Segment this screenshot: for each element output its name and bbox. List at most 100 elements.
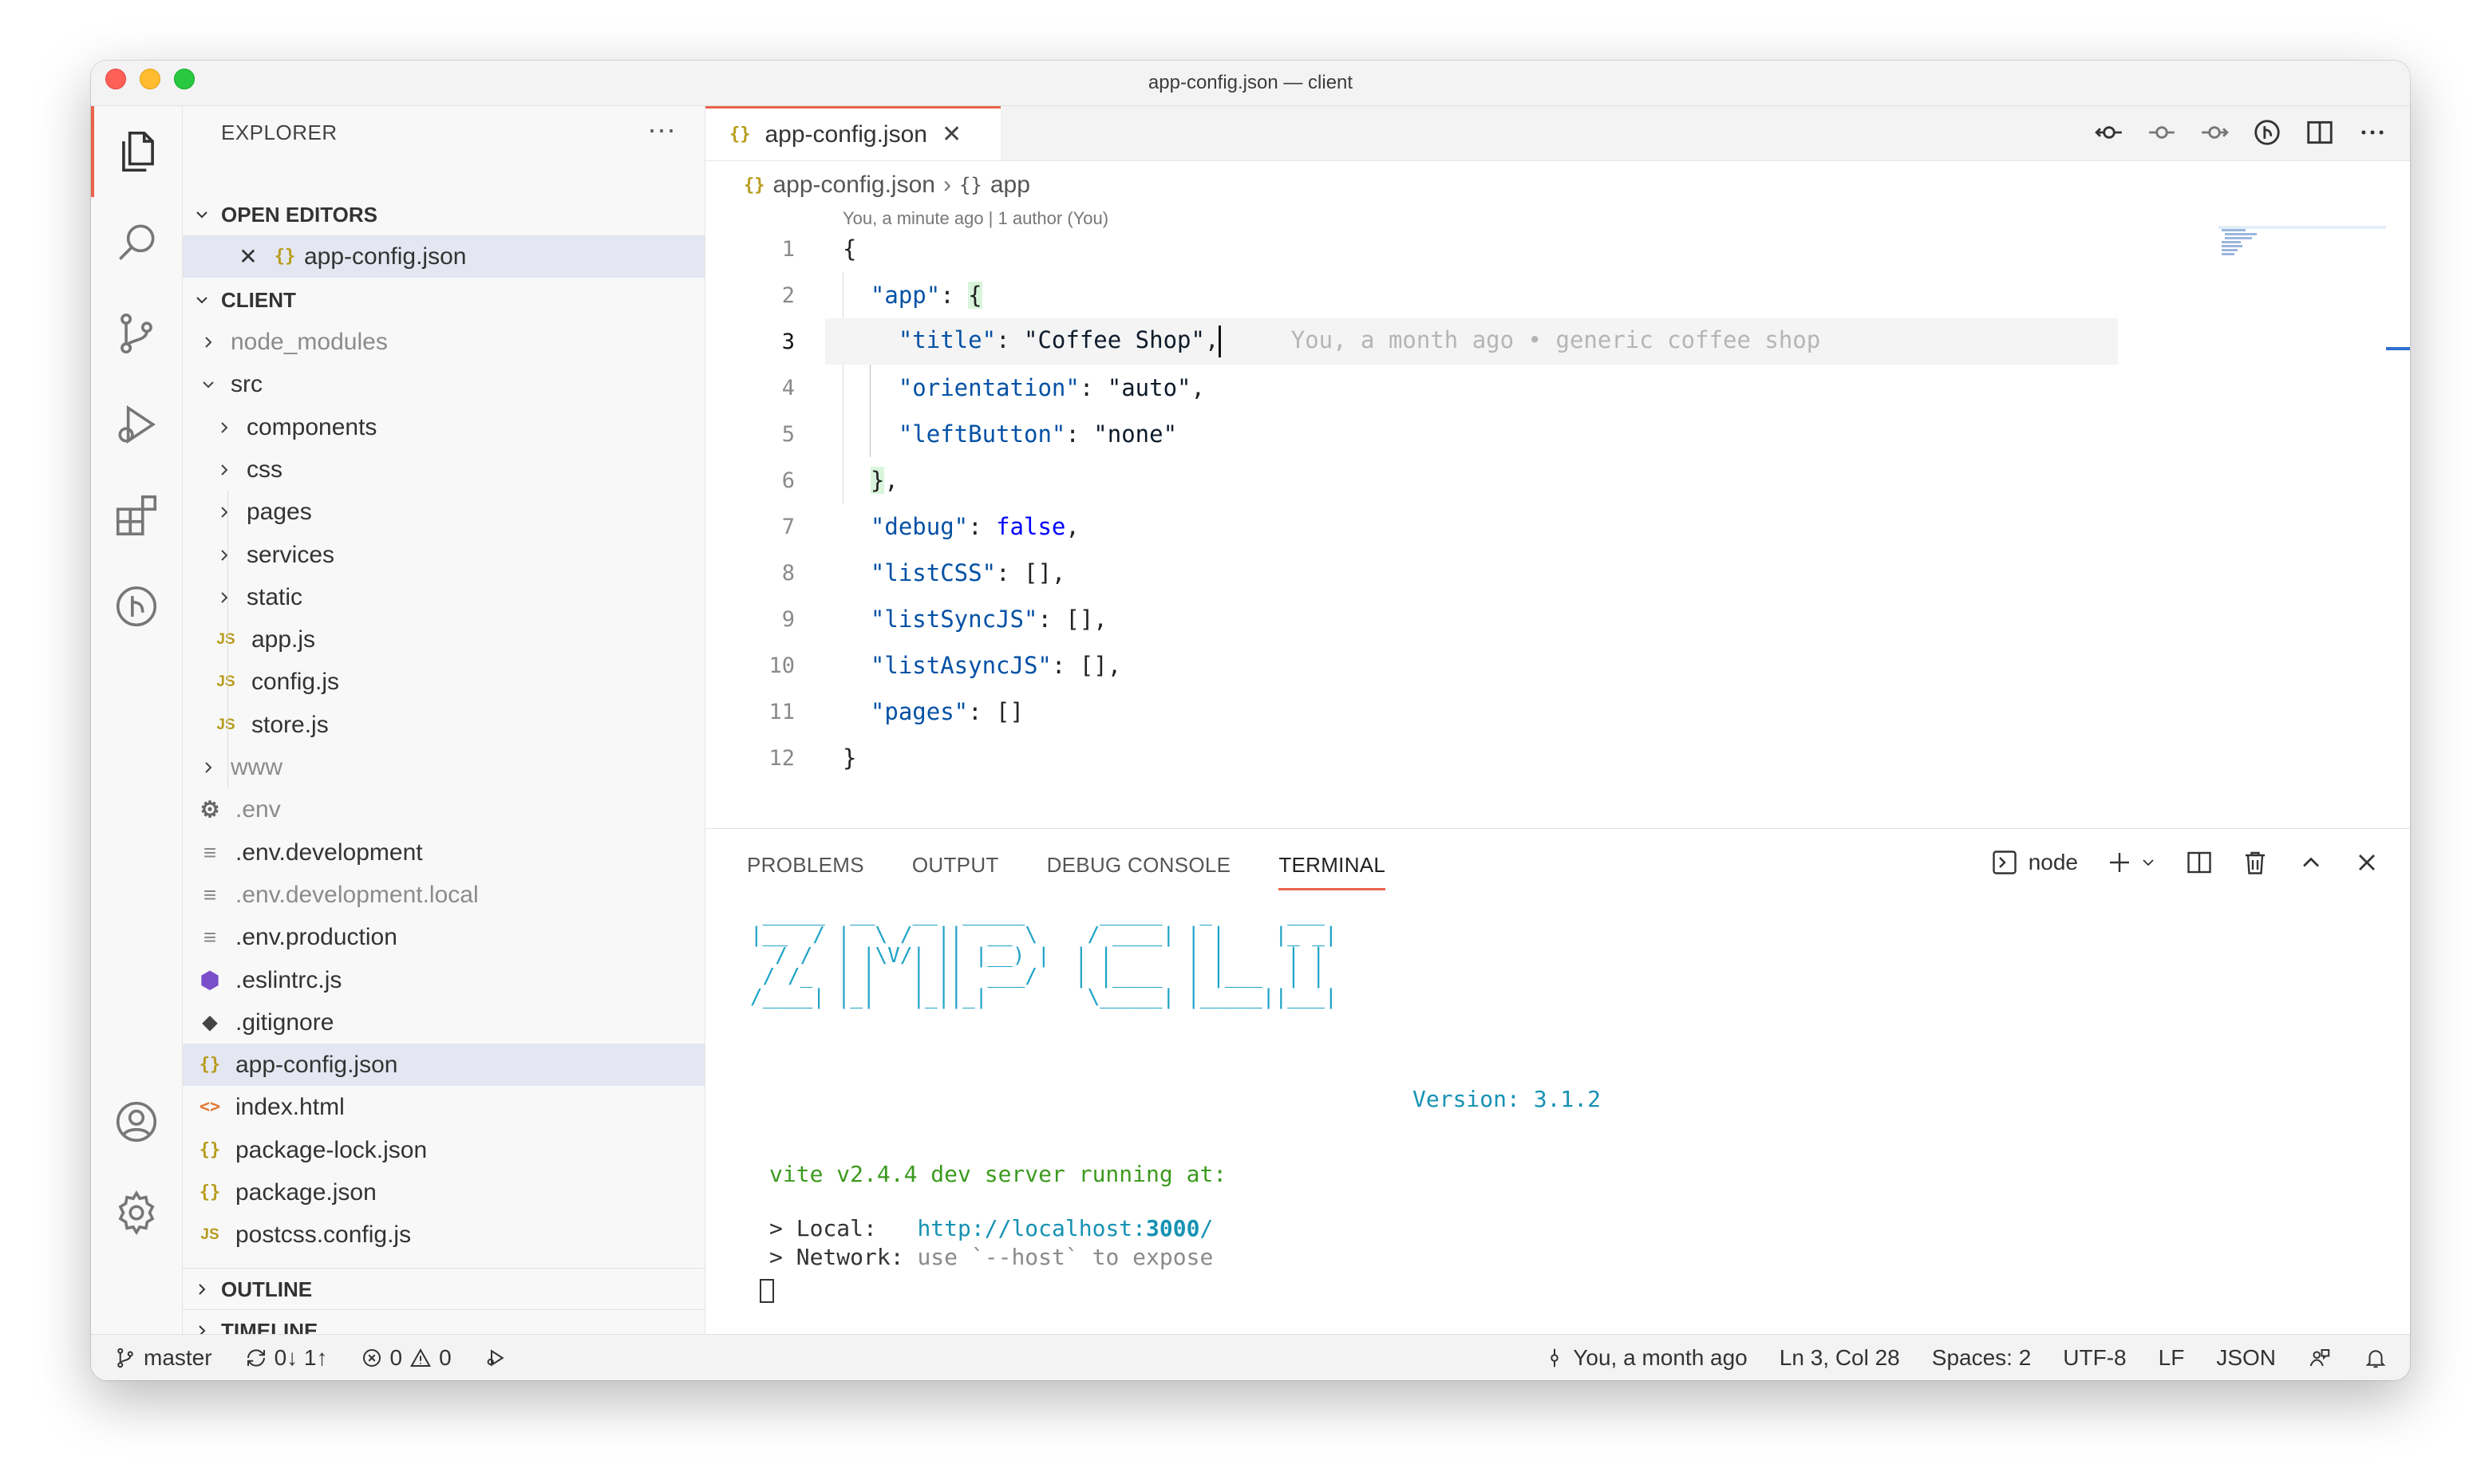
- file-item[interactable]: JS config.js: [183, 661, 705, 703]
- file-label: services: [247, 541, 335, 568]
- text-cursor: [1219, 326, 1222, 357]
- language-mode[interactable]: JSON: [2216, 1345, 2276, 1371]
- code-line[interactable]: 4 "orientation": "auto",: [705, 365, 2410, 411]
- gitlens-toggle-icon[interactable]: [2252, 117, 2282, 148]
- breadcrumb-symbol[interactable]: app: [990, 172, 1030, 199]
- file-item[interactable]: {} package-lock.json: [183, 1129, 705, 1171]
- indentation[interactable]: Spaces: 2: [1932, 1345, 2032, 1371]
- sync-status[interactable]: 0↓ 1↑: [244, 1345, 328, 1371]
- cursor-position[interactable]: Ln 3, Col 28: [1780, 1345, 1900, 1371]
- code-line[interactable]: 1 {: [705, 226, 2410, 272]
- tab-terminal[interactable]: TERMINAL: [1278, 853, 1386, 890]
- file-label: node_modules: [231, 328, 388, 355]
- tab-problems[interactable]: PROBLEMS: [747, 853, 864, 890]
- code-line[interactable]: 9 "listSyncJS": [],: [705, 596, 2410, 642]
- file-item[interactable]: JS postcss.config.js: [183, 1214, 705, 1256]
- gitlens-activity[interactable]: [91, 561, 182, 652]
- new-terminal-button[interactable]: [2105, 848, 2158, 877]
- file-item[interactable]: ≡ .env.production: [183, 916, 705, 958]
- outline-section[interactable]: OUTLINE: [183, 1268, 705, 1310]
- launch-status[interactable]: [484, 1346, 508, 1370]
- minimize-window-button[interactable]: [140, 69, 160, 89]
- code-line[interactable]: 6 },: [705, 457, 2410, 503]
- settings-activity[interactable]: [91, 1167, 182, 1258]
- minimap[interactable]: [2218, 226, 2394, 266]
- code-line-current[interactable]: 3 "title": "Coffee Shop", You, a month a…: [705, 318, 2410, 365]
- split-terminal-icon[interactable]: [2185, 848, 2214, 877]
- tab-output[interactable]: OUTPUT: [912, 853, 999, 890]
- extensions-icon: [116, 495, 157, 536]
- open-changes-icon[interactable]: [2094, 117, 2124, 148]
- run-debug-activity[interactable]: [91, 379, 182, 470]
- file-item[interactable]: ≡ .env.development.local: [183, 874, 705, 916]
- end-of-line[interactable]: LF: [2159, 1345, 2185, 1371]
- split-editor-icon[interactable]: [2305, 117, 2335, 148]
- git-icon: ◆: [202, 1012, 218, 1033]
- tab-debug-console[interactable]: DEBUG CONSOLE: [1047, 853, 1231, 890]
- source-control-activity[interactable]: [91, 288, 182, 379]
- folder-item[interactable]: components: [183, 406, 705, 448]
- local-url[interactable]: http://localhost:3000/: [917, 1215, 1213, 1241]
- breadcrumb-file[interactable]: app-config.json: [773, 172, 935, 199]
- more-actions-icon[interactable]: ···: [647, 112, 676, 146]
- feedback-button[interactable]: [2308, 1346, 2332, 1370]
- code-text: }: [843, 744, 857, 772]
- folder-item[interactable]: src: [183, 363, 705, 405]
- file-label: .env.development.local: [235, 881, 479, 908]
- file-item[interactable]: {} app-config.json: [183, 1044, 705, 1086]
- more-actions-icon[interactable]: [2357, 117, 2388, 148]
- file-label: index.html: [235, 1093, 345, 1120]
- trash-icon[interactable]: [2241, 848, 2270, 877]
- close-window-button[interactable]: [105, 69, 126, 89]
- close-icon[interactable]: ✕: [231, 243, 266, 270]
- next-revision-icon[interactable]: [2199, 117, 2230, 148]
- code-line[interactable]: 8 "listCSS": [],: [705, 550, 2410, 596]
- code-line[interactable]: 11 "pages": []: [705, 689, 2410, 735]
- folder-item[interactable]: services: [183, 534, 705, 576]
- folder-item[interactable]: www: [183, 746, 705, 788]
- maximize-window-button[interactable]: [174, 69, 195, 89]
- extensions-activity[interactable]: [91, 470, 182, 561]
- file-item[interactable]: JS store.js: [183, 704, 705, 746]
- file-item[interactable]: <> index.html: [183, 1086, 705, 1128]
- encoding[interactable]: UTF-8: [2063, 1345, 2126, 1371]
- file-item[interactable]: ⚙ .env: [183, 788, 705, 831]
- tab-app-config[interactable]: {} app-config.json ✕: [705, 106, 1001, 160]
- code-line[interactable]: 5 "leftButton": "none": [705, 411, 2410, 457]
- chevron-right-icon: [183, 1321, 221, 1335]
- close-tab-icon[interactable]: ✕: [942, 120, 962, 148]
- chevron-right-icon: [192, 758, 224, 777]
- problems-status[interactable]: 0 0: [360, 1345, 452, 1371]
- open-editor-item[interactable]: ✕ {} app-config.json: [183, 235, 705, 278]
- code-text: "app": {: [870, 282, 982, 309]
- folder-item[interactable]: pages: [183, 491, 705, 533]
- file-item[interactable]: ≡ .env.development: [183, 831, 705, 874]
- terminal-output[interactable]: _____ __ __ _____ _____ _ ___ |__ / | \ …: [750, 902, 1601, 1303]
- code-line[interactable]: 7 "debug": false,: [705, 503, 2410, 550]
- open-editors-section[interactable]: OPEN EDITORS: [183, 194, 705, 235]
- file-item[interactable]: {} package.json: [183, 1171, 705, 1214]
- file-item[interactable]: ◆ .gitignore: [183, 1001, 705, 1044]
- branch-status[interactable]: master: [113, 1345, 212, 1371]
- zmp-cli-ascii-logo: _____ __ __ _____ _____ _ ___ |__ / | \ …: [750, 902, 1337, 1009]
- account-icon: [116, 1101, 157, 1143]
- close-panel-icon[interactable]: [2353, 848, 2381, 877]
- code-line[interactable]: 12 }: [705, 735, 2410, 781]
- notifications-button[interactable]: [2364, 1346, 2388, 1370]
- code-line[interactable]: 2 "app": {: [705, 272, 2410, 318]
- folder-item[interactable]: css: [183, 448, 705, 491]
- explorer-activity[interactable]: [91, 106, 182, 197]
- accounts-activity[interactable]: [91, 1076, 182, 1167]
- timeline-section[interactable]: TIMELINE: [183, 1309, 705, 1335]
- file-item[interactable]: JS app.js: [183, 618, 705, 661]
- file-item[interactable]: ⬢ .eslintrc.js: [183, 959, 705, 1001]
- blame-status[interactable]: You, a month ago: [1543, 1345, 1748, 1371]
- maximize-panel-icon[interactable]: [2297, 848, 2325, 877]
- folder-item[interactable]: node_modules: [183, 321, 705, 363]
- folder-item[interactable]: static: [183, 576, 705, 618]
- code-line[interactable]: 10 "listAsyncJS": [],: [705, 642, 2410, 689]
- previous-revision-icon[interactable]: [2147, 117, 2177, 148]
- client-section[interactable]: CLIENT: [183, 279, 705, 321]
- search-activity[interactable]: [91, 197, 182, 288]
- terminal-selector[interactable]: node: [1990, 848, 2078, 877]
